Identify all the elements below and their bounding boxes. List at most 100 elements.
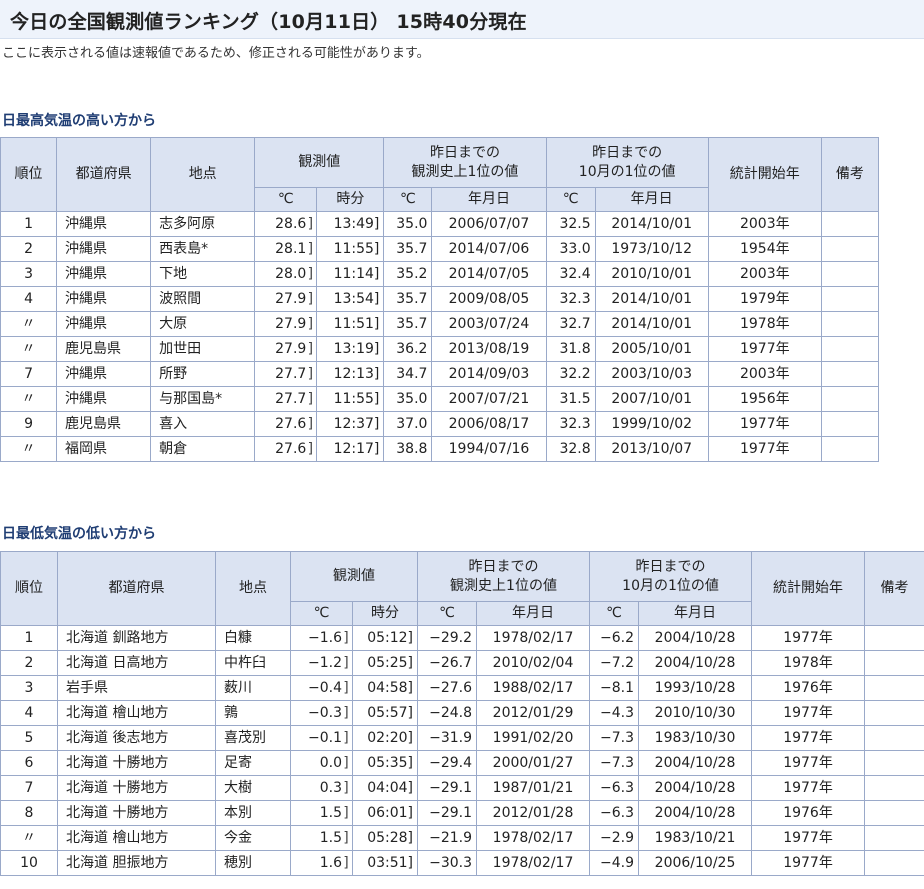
header-record-month-line2: 10月の1位の値 [622,577,719,594]
month-record-value-cell: −7.3 [589,725,640,751]
month-record-value-cell: −6.3 [589,775,640,801]
table-row: 3 沖縄県 下地 28.0] 11:14] 35.2 2014/07/05 32.4 2010/… [0,261,880,287]
rank-cell: 7 [0,361,58,387]
observed-time-cell: 11:55] [316,386,385,412]
observed-value-cell: 27.9] [254,311,318,337]
quality-flag: ] [307,241,314,257]
start-year-cell: 1976年 [751,800,866,826]
month-record-date-cell: 2010/10/30 [638,700,753,726]
month-record-value-cell: 31.8 [545,336,596,362]
header-prefecture: 都道府県 [57,551,216,626]
record-date-cell: 2012/01/29 [475,700,591,726]
observed-value-cell: 1.5] [290,800,353,826]
record-value-cell: 35.7 [383,311,433,337]
start-year-cell: 1977年 [751,750,866,776]
prefecture-cell: 沖縄県 [56,311,152,337]
record-date-cell: 1978/02/17 [475,625,591,651]
observed-value-cell: 0.3] [290,775,353,801]
observed-value-cell: 28.0] [254,261,318,287]
start-year-cell: 1954年 [707,236,822,262]
record-date-cell: 2013/08/19 [431,336,547,362]
quality-flag: ] [307,291,314,307]
prefecture-cell: 北海道 十勝地方 [57,750,216,776]
start-year-cell: 2003年 [707,261,822,287]
start-year-cell: 1977年 [751,850,866,876]
station-cell: 大樹 [215,775,291,801]
station-cell: 今金 [215,825,291,851]
min-temp-ranking-table: 順位 都道府県 地点 観測値 昨日までの 観測史上1位の値 昨日までの 10月の1位… [0,551,924,876]
observed-time-cell: 13:54] [316,286,385,312]
station-cell: 与那国島* [150,386,256,412]
quality-flag: ] [343,755,349,771]
remarks-cell [820,436,880,462]
record-value-cell: 35.0 [383,386,433,412]
record-value-cell: −30.3 [417,850,477,876]
month-record-date-cell: 2005/10/01 [594,336,709,362]
month-record-value-cell: 32.7 [545,311,596,337]
header-record-all-time-line1: 昨日までの [429,144,500,161]
table-row: 4 北海道 檜山地方鶉 −0.3] 05:57] −24.8 2012/01/29 −4.3… [0,700,924,726]
start-year-cell: 1978年 [751,650,866,676]
record-value-cell: 38.8 [383,436,433,462]
header-rank: 順位 [0,137,58,212]
record-value-cell: 35.7 [383,236,433,262]
record-date-cell: 2014/09/03 [431,361,547,387]
remarks-cell [820,386,880,412]
remarks-cell [864,775,924,801]
quality-flag: ] [343,830,349,846]
station-cell: 足寄 [215,750,291,776]
rank-cell: 〃 [0,311,58,337]
record-value-cell: −26.7 [417,650,477,676]
table-row: 〃鹿児島県 加世田 27.9] 13:19] 36.2 2013/08/19 31.8 200… [0,336,880,362]
observed-value: 1.6 [319,855,342,871]
record-date-cell: 1991/02/20 [475,725,591,751]
prefecture-cell: 北海道 檜山地方 [57,700,216,726]
record-date-cell: 2000/01/27 [475,750,591,776]
start-year-cell: 1976年 [751,675,866,701]
prefecture-cell: 福岡県 [56,436,152,462]
table-row: 1 沖縄県 志多阿原 28.6] 13:49] 35.0 2006/07/07 32.5 201… [0,211,880,237]
observed-time-cell: 04:04] [352,775,418,801]
header-rank: 順位 [0,551,58,626]
rank-cell: 〃 [0,825,58,851]
month-record-date-cell: 1993/10/28 [638,675,753,701]
remarks-cell [820,411,880,437]
record-date-cell: 1988/02/17 [475,675,591,701]
month-record-value-cell: −7.2 [589,650,640,676]
observed-value: −0.4 [308,680,342,696]
station-cell: 白糠 [215,625,291,651]
remarks-cell [820,286,880,312]
header-start-year: 統計開始年 [751,551,866,626]
header-station: 地点 [150,137,256,212]
rank-cell: 2 [0,650,58,676]
section-title-max-temp: 日最高気温の高い方から [2,113,156,129]
observed-value: 27.6 [275,416,307,432]
quality-flag: ] [343,780,349,796]
observed-value: 0.3 [319,780,342,796]
observed-value-cell: −0.1] [290,725,353,751]
month-record-value-cell: 32.4 [545,261,596,287]
record-date-cell: 2003/07/24 [431,311,547,337]
start-year-cell: 1956年 [707,386,822,412]
quality-flag: ] [307,366,314,382]
observed-time-cell: 06:01] [352,800,418,826]
station-cell: 本別 [215,800,291,826]
rank-cell: 5 [0,725,58,751]
header-observed: 観測値 [290,551,418,602]
table-row: 2 北海道 日高地方 中杵臼 −1.2] 05:25] −26.7 2010/02/04 −7… [0,650,924,676]
prefecture-cell: 北海道 日高地方 [57,650,216,676]
observed-value: 28.0 [275,266,307,282]
month-record-date-cell: 2014/10/01 [594,311,709,337]
month-record-value-cell: 32.5 [545,211,596,237]
rank-cell: 〃 [0,386,58,412]
header-record-all-time-line2: 観測史上1位の値 [450,577,557,594]
record-date-cell: 2012/01/28 [475,800,591,826]
observed-value-cell: 27.6] [254,436,318,462]
record-date-cell: 2007/07/21 [431,386,547,412]
month-record-value-cell: 33.0 [545,236,596,262]
table-row: 2 沖縄県 西表島* 28.1] 11:55] 35.7 2014/07/06 33.0 197… [0,236,880,262]
observed-value: 27.9 [275,291,307,307]
header-record-month: 昨日までの 10月の1位の値 [589,551,753,602]
prefecture-cell: 鹿児島県 [56,336,152,362]
rank-cell: 4 [0,700,58,726]
